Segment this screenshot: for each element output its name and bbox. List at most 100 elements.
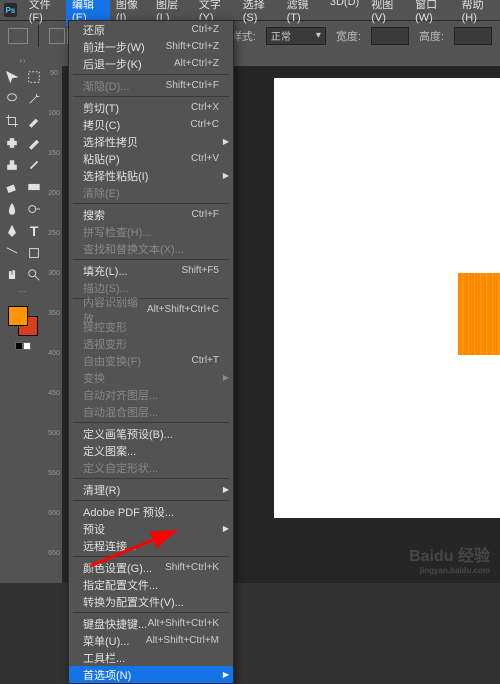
style-select[interactable]: 正常▾ bbox=[266, 27, 326, 45]
menu-item-label: 渐隐(D)... bbox=[83, 78, 129, 94]
menu-3D(D)[interactable]: 3D(D) bbox=[324, 0, 365, 26]
menu-item[interactable]: 菜单(U)...Alt+Shift+Ctrl+M bbox=[69, 632, 233, 649]
gradient-tool-icon[interactable] bbox=[24, 177, 44, 197]
menu-item[interactable]: 粘贴(P)Ctrl+V bbox=[69, 150, 233, 167]
menu-shortcut: Ctrl+V bbox=[191, 153, 219, 164]
menu-item[interactable]: 指定配置文件... bbox=[69, 576, 233, 593]
menu-item[interactable]: 选择性拷贝▶ bbox=[69, 133, 233, 150]
toolbox-more-icon[interactable]: ⋯ bbox=[19, 287, 28, 296]
shape-tool-icon[interactable] bbox=[24, 243, 44, 263]
crop-tool-icon[interactable] bbox=[2, 111, 22, 131]
menu-item-label: 键盘快捷键... bbox=[83, 616, 147, 632]
eyedropper-tool-icon[interactable] bbox=[24, 111, 44, 131]
submenu-arrow-icon: ▶ bbox=[223, 171, 229, 180]
menu-separator bbox=[73, 500, 229, 501]
menu-item-label: 拷贝(C) bbox=[83, 117, 120, 133]
dodge-tool-icon[interactable] bbox=[24, 199, 44, 219]
menu-item[interactable]: 远程连接... bbox=[69, 537, 233, 554]
menu-item-label: 剪切(T) bbox=[83, 100, 119, 116]
menu-item[interactable]: 定义图案... bbox=[69, 442, 233, 459]
menu-文件(F)[interactable]: 文件(F) bbox=[23, 0, 66, 26]
menu-shortcut: Alt+Ctrl+Z bbox=[174, 58, 219, 69]
menu-item: 内容识别缩放Alt+Shift+Ctrl+C bbox=[69, 301, 233, 318]
submenu-arrow-icon: ▶ bbox=[223, 485, 229, 494]
path-tool-icon[interactable] bbox=[2, 243, 22, 263]
stamp-tool-icon[interactable] bbox=[2, 155, 22, 175]
menu-item-label: 转换为配置文件(V)... bbox=[83, 594, 184, 610]
zoom-tool-icon[interactable] bbox=[24, 265, 44, 285]
menu-separator bbox=[73, 203, 229, 204]
menu-item[interactable]: 前进一步(W)Shift+Ctrl+Z bbox=[69, 38, 233, 55]
menu-item[interactable]: 还原 Ctrl+Z bbox=[69, 21, 233, 38]
height-input[interactable] bbox=[454, 27, 492, 45]
menu-item-label: 选择性拷贝 bbox=[83, 134, 138, 150]
foreground-swatch[interactable] bbox=[8, 306, 28, 326]
move-tool-icon[interactable] bbox=[2, 67, 22, 87]
submenu-arrow-icon: ▶ bbox=[223, 524, 229, 533]
menu-item[interactable]: 预设 ▶ bbox=[69, 520, 233, 537]
menu-item-label: 工具栏... bbox=[83, 650, 125, 666]
menu-item-label: 搜索 bbox=[83, 207, 105, 223]
hand-tool-icon[interactable] bbox=[2, 265, 22, 285]
menu-item-label: 颜色设置(G)... bbox=[83, 560, 152, 576]
menu-item[interactable]: Adobe PDF 预设... bbox=[69, 503, 233, 520]
menu-item[interactable]: 后退一步(K)Alt+Ctrl+Z bbox=[69, 55, 233, 72]
menu-shortcut: Ctrl+X bbox=[191, 102, 219, 113]
blur-tool-icon[interactable] bbox=[2, 199, 22, 219]
lasso-tool-icon[interactable] bbox=[2, 89, 22, 109]
menu-bar: Ps 文件(F)编辑(E)图像(I)图层(L)文字(Y)选择(S)滤镜(T)3D… bbox=[0, 0, 500, 20]
menu-item: 清除(E) bbox=[69, 184, 233, 201]
default-swatches-icon[interactable] bbox=[15, 342, 31, 350]
menu-item[interactable]: 清理(R)▶ bbox=[69, 481, 233, 498]
submenu-arrow-icon: ▶ bbox=[223, 670, 229, 679]
eraser-tool-icon[interactable] bbox=[2, 177, 22, 197]
canvas-content-rect bbox=[458, 273, 500, 355]
menu-item[interactable]: 填充(L)...Shift+F5 bbox=[69, 262, 233, 279]
marquee-tool-icon[interactable] bbox=[24, 67, 44, 87]
menu-shortcut: Alt+Shift+Ctrl+C bbox=[147, 304, 219, 315]
menu-item-label: 定义画笔预设(B)... bbox=[83, 426, 173, 442]
menu-选择(S)[interactable]: 选择(S) bbox=[237, 0, 281, 26]
marquee-tool-icon[interactable] bbox=[8, 28, 28, 44]
menu-item[interactable]: 选择性粘贴(I) ▶ bbox=[69, 167, 233, 184]
submenu-arrow-icon: ▶ bbox=[223, 373, 229, 382]
menu-item[interactable]: 搜索Ctrl+F bbox=[69, 206, 233, 223]
menu-item[interactable]: 定义画笔预设(B)... bbox=[69, 425, 233, 442]
style-label: 样式: bbox=[231, 28, 256, 44]
menu-窗口(W)[interactable]: 窗口(W) bbox=[409, 0, 456, 26]
height-label: 高度: bbox=[419, 28, 444, 44]
menu-item[interactable]: 颜色设置(G)... Shift+Ctrl+K bbox=[69, 559, 233, 576]
menu-shortcut: Ctrl+Z bbox=[192, 24, 220, 35]
menu-item[interactable]: 剪切(T) Ctrl+X bbox=[69, 99, 233, 116]
menu-帮助(H)[interactable]: 帮助(H) bbox=[456, 0, 500, 26]
menu-separator bbox=[73, 478, 229, 479]
menu-item[interactable]: 首选项(N)▶ bbox=[69, 666, 233, 683]
menu-item[interactable]: 转换为配置文件(V)... bbox=[69, 593, 233, 610]
menu-item[interactable]: 键盘快捷键...Alt+Shift+Ctrl+K bbox=[69, 615, 233, 632]
menu-item: 操控变形 bbox=[69, 318, 233, 335]
menu-item[interactable]: 工具栏... bbox=[69, 649, 233, 666]
history-brush-icon[interactable] bbox=[24, 155, 44, 175]
wand-tool-icon[interactable] bbox=[24, 89, 44, 109]
menu-item-label: 选择性粘贴(I) bbox=[83, 168, 148, 184]
menu-item-label: 预设 bbox=[83, 521, 105, 537]
menu-item[interactable]: 拷贝(C)Ctrl+C bbox=[69, 116, 233, 133]
ruler-tick: 100 bbox=[46, 110, 62, 117]
menu-item-label: 自由变换(F) bbox=[83, 353, 141, 369]
menu-shortcut: Shift+Ctrl+K bbox=[165, 562, 219, 573]
menu-item: 查找和替换文本(X)... bbox=[69, 240, 233, 257]
menu-shortcut: Ctrl+T bbox=[192, 355, 220, 366]
menu-视图(V)[interactable]: 视图(V) bbox=[365, 0, 409, 26]
brush-tool-icon[interactable] bbox=[24, 133, 44, 153]
width-input[interactable] bbox=[371, 27, 409, 45]
grip-icon[interactable]: ›› bbox=[19, 56, 26, 65]
color-swatches[interactable] bbox=[8, 306, 38, 336]
menu-item-label: 拼写检查(H)... bbox=[83, 224, 151, 240]
pen-tool-icon[interactable] bbox=[2, 221, 22, 241]
type-tool-icon[interactable]: T bbox=[24, 221, 44, 241]
menu-滤镜(T)[interactable]: 滤镜(T) bbox=[281, 0, 324, 26]
menu-item-label: 清除(E) bbox=[83, 185, 120, 201]
heal-tool-icon[interactable] bbox=[2, 133, 22, 153]
ruler-tick: 250 bbox=[46, 230, 62, 237]
menu-item-label: 还原 bbox=[83, 22, 105, 38]
